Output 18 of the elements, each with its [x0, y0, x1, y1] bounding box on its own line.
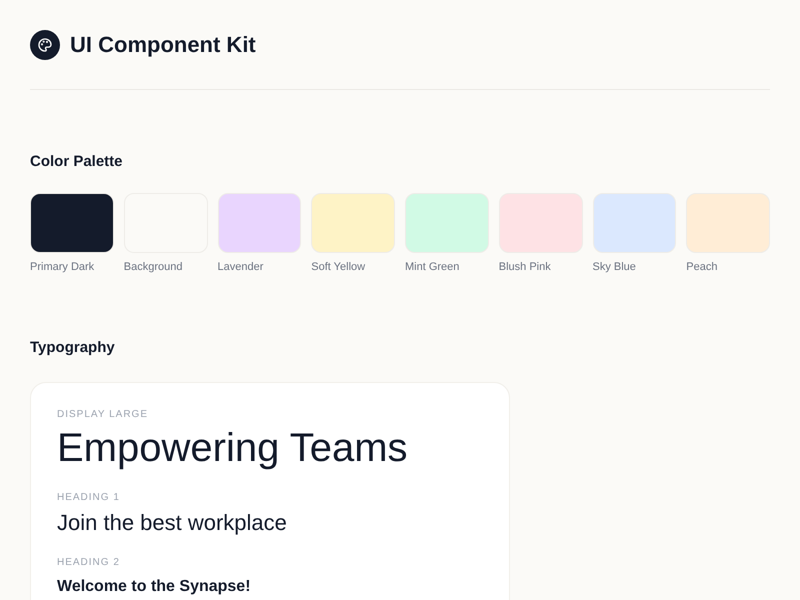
- swatch-label: Primary Dark: [30, 260, 96, 274]
- style-label: DISPLAY LARGE: [57, 408, 149, 422]
- swatch-label: Blush Pink: [498, 260, 552, 274]
- subheading-text: Welcome to the Synapse!: [57, 576, 251, 596]
- style-label: HEADING 1: [57, 490, 121, 504]
- display-text: Empowering Teams: [57, 424, 408, 472]
- heading-text: Join the best workplace: [57, 508, 287, 536]
- section-heading: Typography: [30, 338, 116, 358]
- swatch-label: Sky Blue: [592, 260, 637, 274]
- swatch-label: Lavender: [218, 260, 264, 274]
- page-title: UI Component Kit: [70, 31, 256, 59]
- swatch-label: Mint Green: [405, 260, 460, 274]
- section-heading: Color Palette: [30, 152, 124, 172]
- swatch-label: Peach: [686, 260, 718, 274]
- style-label: HEADING 2: [57, 556, 121, 570]
- swatch-label: Background: [124, 260, 184, 274]
- swatch-label: Soft Yellow: [311, 260, 366, 274]
- palette-icon: [30, 30, 60, 60]
